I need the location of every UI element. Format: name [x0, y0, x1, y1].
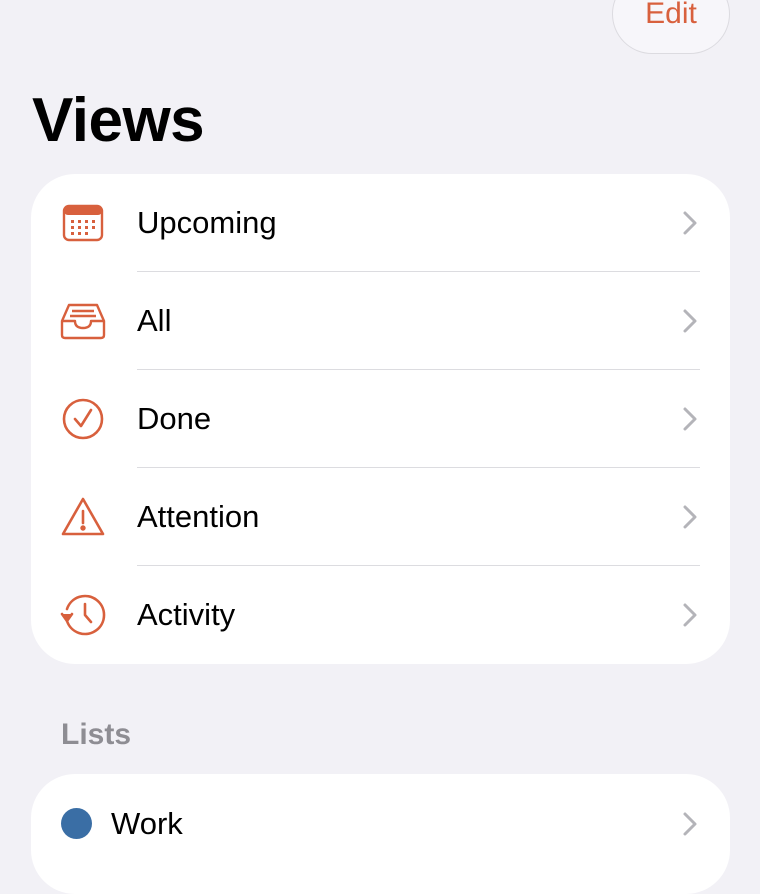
views-item-label: Attention — [137, 499, 260, 534]
chevron-right-icon — [683, 407, 697, 431]
chevron-right-icon — [683, 812, 697, 836]
views-item-label: Upcoming — [137, 205, 277, 240]
chevron-right-icon — [683, 211, 697, 235]
chevron-right-icon — [683, 505, 697, 529]
chevron-right-icon — [683, 603, 697, 627]
views-item-all[interactable]: All — [31, 272, 730, 370]
lists-card: Work — [31, 774, 730, 894]
edit-button-label: Edit — [645, 0, 697, 30]
clock-history-icon — [59, 591, 107, 639]
views-screen: { "header": { "edit_label": "Edit", "tit… — [0, 0, 760, 894]
chevron-right-icon — [683, 309, 697, 333]
list-item-label: Work — [111, 806, 183, 841]
list-item-work[interactable]: Work — [31, 774, 730, 872]
warning-triangle-icon — [59, 493, 107, 541]
edit-button[interactable]: Edit — [612, 0, 730, 54]
views-card: Upcoming All Done Attention Activity — [31, 174, 730, 664]
checkmark-circle-icon — [59, 395, 107, 443]
views-item-upcoming[interactable]: Upcoming — [31, 174, 730, 272]
views-item-done[interactable]: Done — [31, 370, 730, 468]
views-item-label: Done — [137, 401, 212, 436]
views-item-activity[interactable]: Activity — [31, 566, 730, 664]
views-item-label: Activity — [137, 597, 236, 632]
lists-section-header: Lists — [61, 718, 132, 751]
calendar-icon — [59, 199, 107, 247]
list-color-dot — [61, 808, 92, 839]
page-title: Views — [32, 86, 205, 155]
tray-icon — [59, 297, 107, 345]
views-item-attention[interactable]: Attention — [31, 468, 730, 566]
views-item-label: All — [137, 303, 172, 338]
